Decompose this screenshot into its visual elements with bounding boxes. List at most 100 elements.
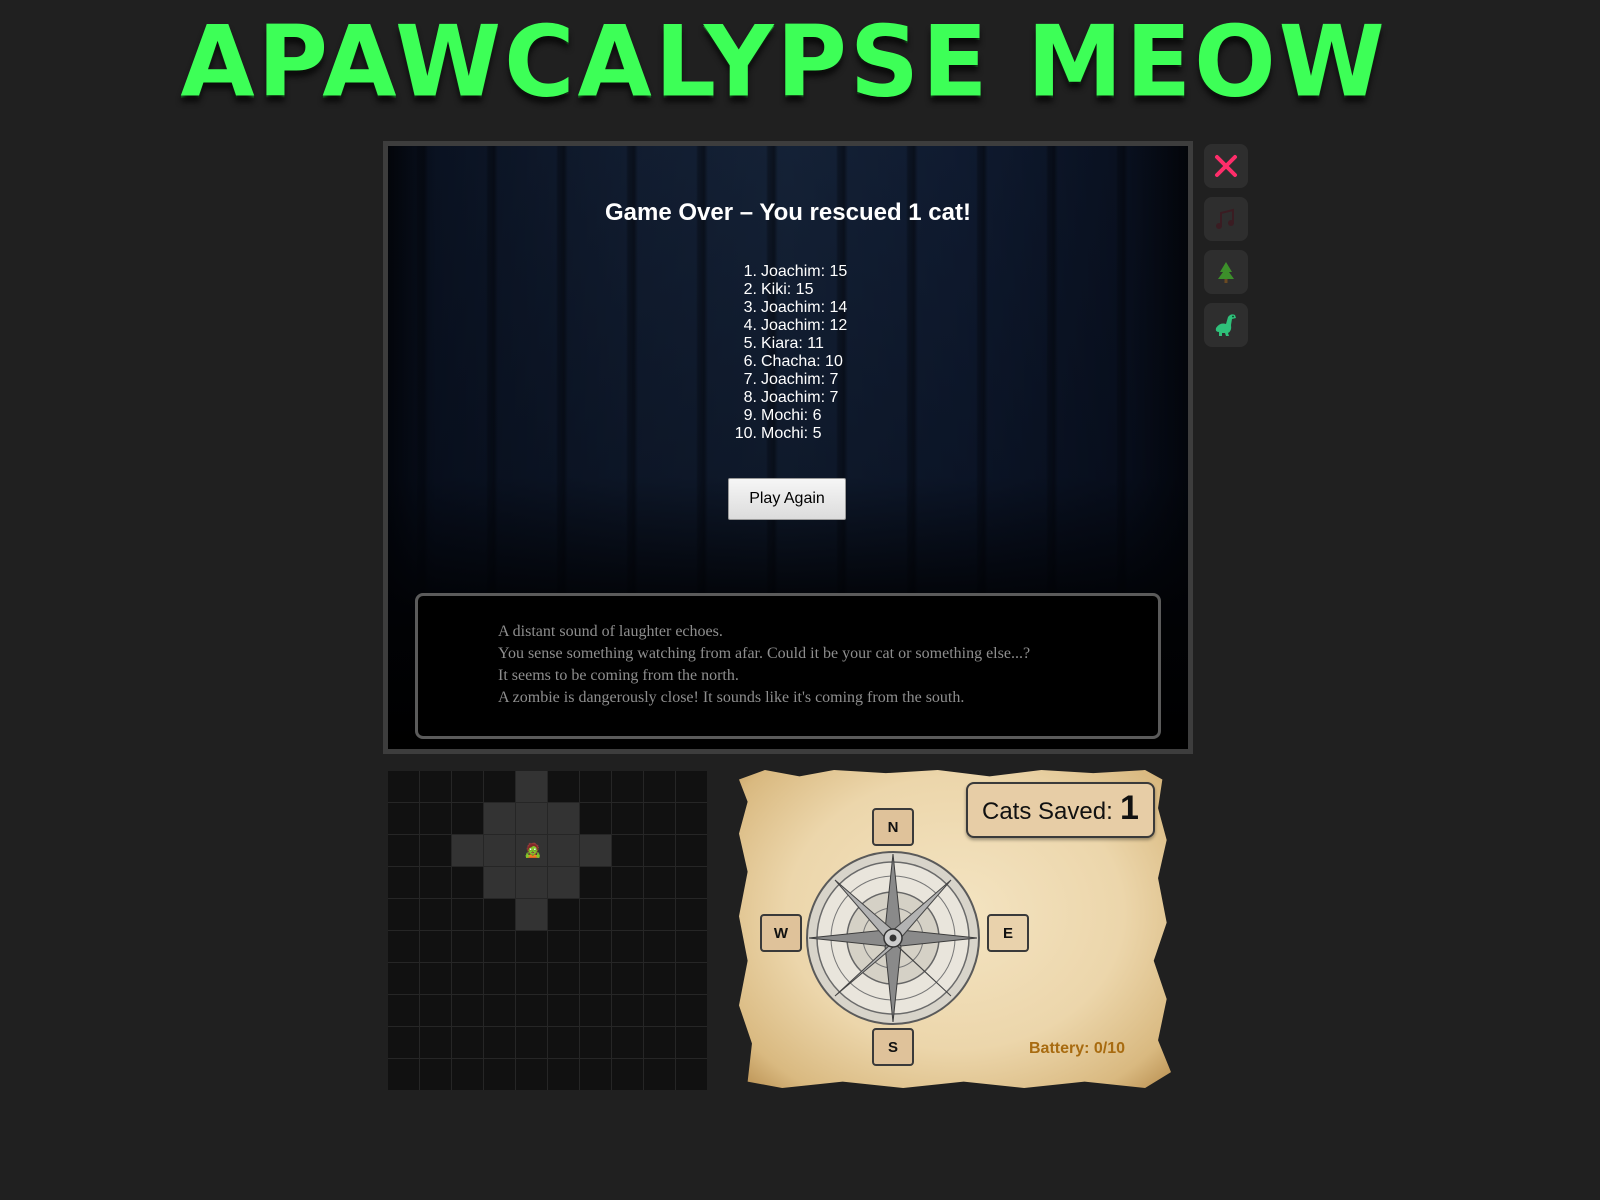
map-cell	[548, 931, 579, 962]
map-cell	[516, 771, 547, 802]
map-cell	[580, 1027, 611, 1058]
map-cell	[548, 835, 579, 866]
map-cell	[388, 771, 419, 802]
cats-saved-counter: Cats Saved: 1	[966, 782, 1155, 838]
compass-rose-icon	[806, 851, 980, 1025]
map-cell	[612, 995, 643, 1026]
leaderboard-entry: 7. Joachim: 7	[743, 371, 839, 388]
map-cell	[580, 995, 611, 1026]
map-cell	[452, 835, 483, 866]
map-cell	[420, 1027, 451, 1058]
map-cell	[420, 867, 451, 898]
map-cell	[644, 867, 675, 898]
dinosaur-icon	[1215, 314, 1236, 336]
map-cell	[420, 1059, 451, 1090]
map-cell	[484, 771, 515, 802]
leaderboard-entry: 6. Chacha: 10	[743, 353, 843, 370]
leaderboard: 1. Joachim: 15 2. Kiki: 15 3. Joachim: 14 4…	[724, 263, 848, 443]
game-stage: Game Over – You rescued 1 cat! 1. Joachim…	[383, 141, 1193, 754]
map-cell	[388, 1059, 419, 1090]
south-button[interactable]: S	[872, 1028, 914, 1066]
map-cell	[420, 963, 451, 994]
leaderboard-entry: 5. Kiara: 11	[743, 335, 824, 352]
play-again-button[interactable]: Play Again	[728, 478, 846, 520]
message-log: A distant sound of laughter echoes. You …	[415, 593, 1161, 739]
leaderboard-entry: 10. Mochi: 5	[734, 425, 822, 442]
map-cell	[644, 1059, 675, 1090]
map-cell	[420, 803, 451, 834]
close-icon	[1215, 155, 1237, 177]
west-button[interactable]: W	[760, 914, 802, 952]
map-cell	[420, 899, 451, 930]
map-cell	[612, 867, 643, 898]
cats-saved-label: Cats Saved:	[982, 798, 1113, 825]
map-cell	[484, 835, 515, 866]
cats-saved-value: 1	[1120, 789, 1139, 827]
map-cell	[452, 931, 483, 962]
map-cell	[516, 899, 547, 930]
north-button[interactable]: N	[872, 808, 914, 846]
map-cell	[676, 995, 707, 1026]
map-cell	[516, 867, 547, 898]
east-button[interactable]: E	[987, 914, 1029, 952]
map-cell	[676, 963, 707, 994]
map-cell	[388, 1027, 419, 1058]
map-cell	[484, 867, 515, 898]
map-cell	[612, 803, 643, 834]
map-cell	[548, 963, 579, 994]
map-cell	[676, 803, 707, 834]
map-cell	[484, 1027, 515, 1058]
map-cell	[420, 835, 451, 866]
map-cell	[516, 963, 547, 994]
map-cell	[548, 771, 579, 802]
map-cell	[516, 1027, 547, 1058]
map-cell: 🧟	[516, 835, 547, 866]
map-cell	[612, 835, 643, 866]
map-cell	[676, 1059, 707, 1090]
map-cell	[580, 835, 611, 866]
map-cell	[452, 771, 483, 802]
map-cell	[388, 931, 419, 962]
map-cell	[676, 899, 707, 930]
map-cell	[388, 835, 419, 866]
dinosaur-button[interactable]	[1204, 303, 1248, 347]
mini-map: 🧟	[388, 771, 707, 1090]
map-cell	[484, 803, 515, 834]
map-cell	[644, 931, 675, 962]
close-button[interactable]	[1204, 144, 1248, 188]
map-cell	[548, 1059, 579, 1090]
tree-button[interactable]	[1204, 250, 1248, 294]
log-line: It seems to be coming from the north.	[498, 667, 739, 684]
map-cell	[484, 1059, 515, 1090]
tree-icon	[1218, 262, 1234, 283]
map-cell	[644, 835, 675, 866]
map-cell	[452, 1059, 483, 1090]
map-cell	[676, 1027, 707, 1058]
map-cell	[420, 995, 451, 1026]
map-cell	[676, 867, 707, 898]
map-cell	[548, 899, 579, 930]
map-cell	[612, 963, 643, 994]
map-cell	[484, 931, 515, 962]
map-cell	[452, 803, 483, 834]
map-cell	[644, 899, 675, 930]
map-cell	[420, 931, 451, 962]
leaderboard-entry: 3. Joachim: 14	[743, 299, 848, 316]
map-cell	[580, 867, 611, 898]
map-cell	[580, 1059, 611, 1090]
leaderboard-entry: 1. Joachim: 15	[743, 263, 848, 280]
map-cell	[388, 963, 419, 994]
map-cell	[420, 771, 451, 802]
map-cell	[612, 931, 643, 962]
map-cell	[388, 867, 419, 898]
map-cell	[644, 995, 675, 1026]
log-line: You sense something watching from afar. …	[498, 645, 1031, 662]
compass-panel: N W E S Cats Saved: 1 Battery: 0/10	[739, 770, 1171, 1088]
map-cell	[388, 899, 419, 930]
map-cell	[484, 963, 515, 994]
leaderboard-entry: 9. Mochi: 6	[743, 407, 822, 424]
player-marker-icon: 🧟	[524, 842, 542, 858]
music-button[interactable]	[1204, 197, 1248, 241]
map-cell	[548, 995, 579, 1026]
map-cell	[644, 1027, 675, 1058]
